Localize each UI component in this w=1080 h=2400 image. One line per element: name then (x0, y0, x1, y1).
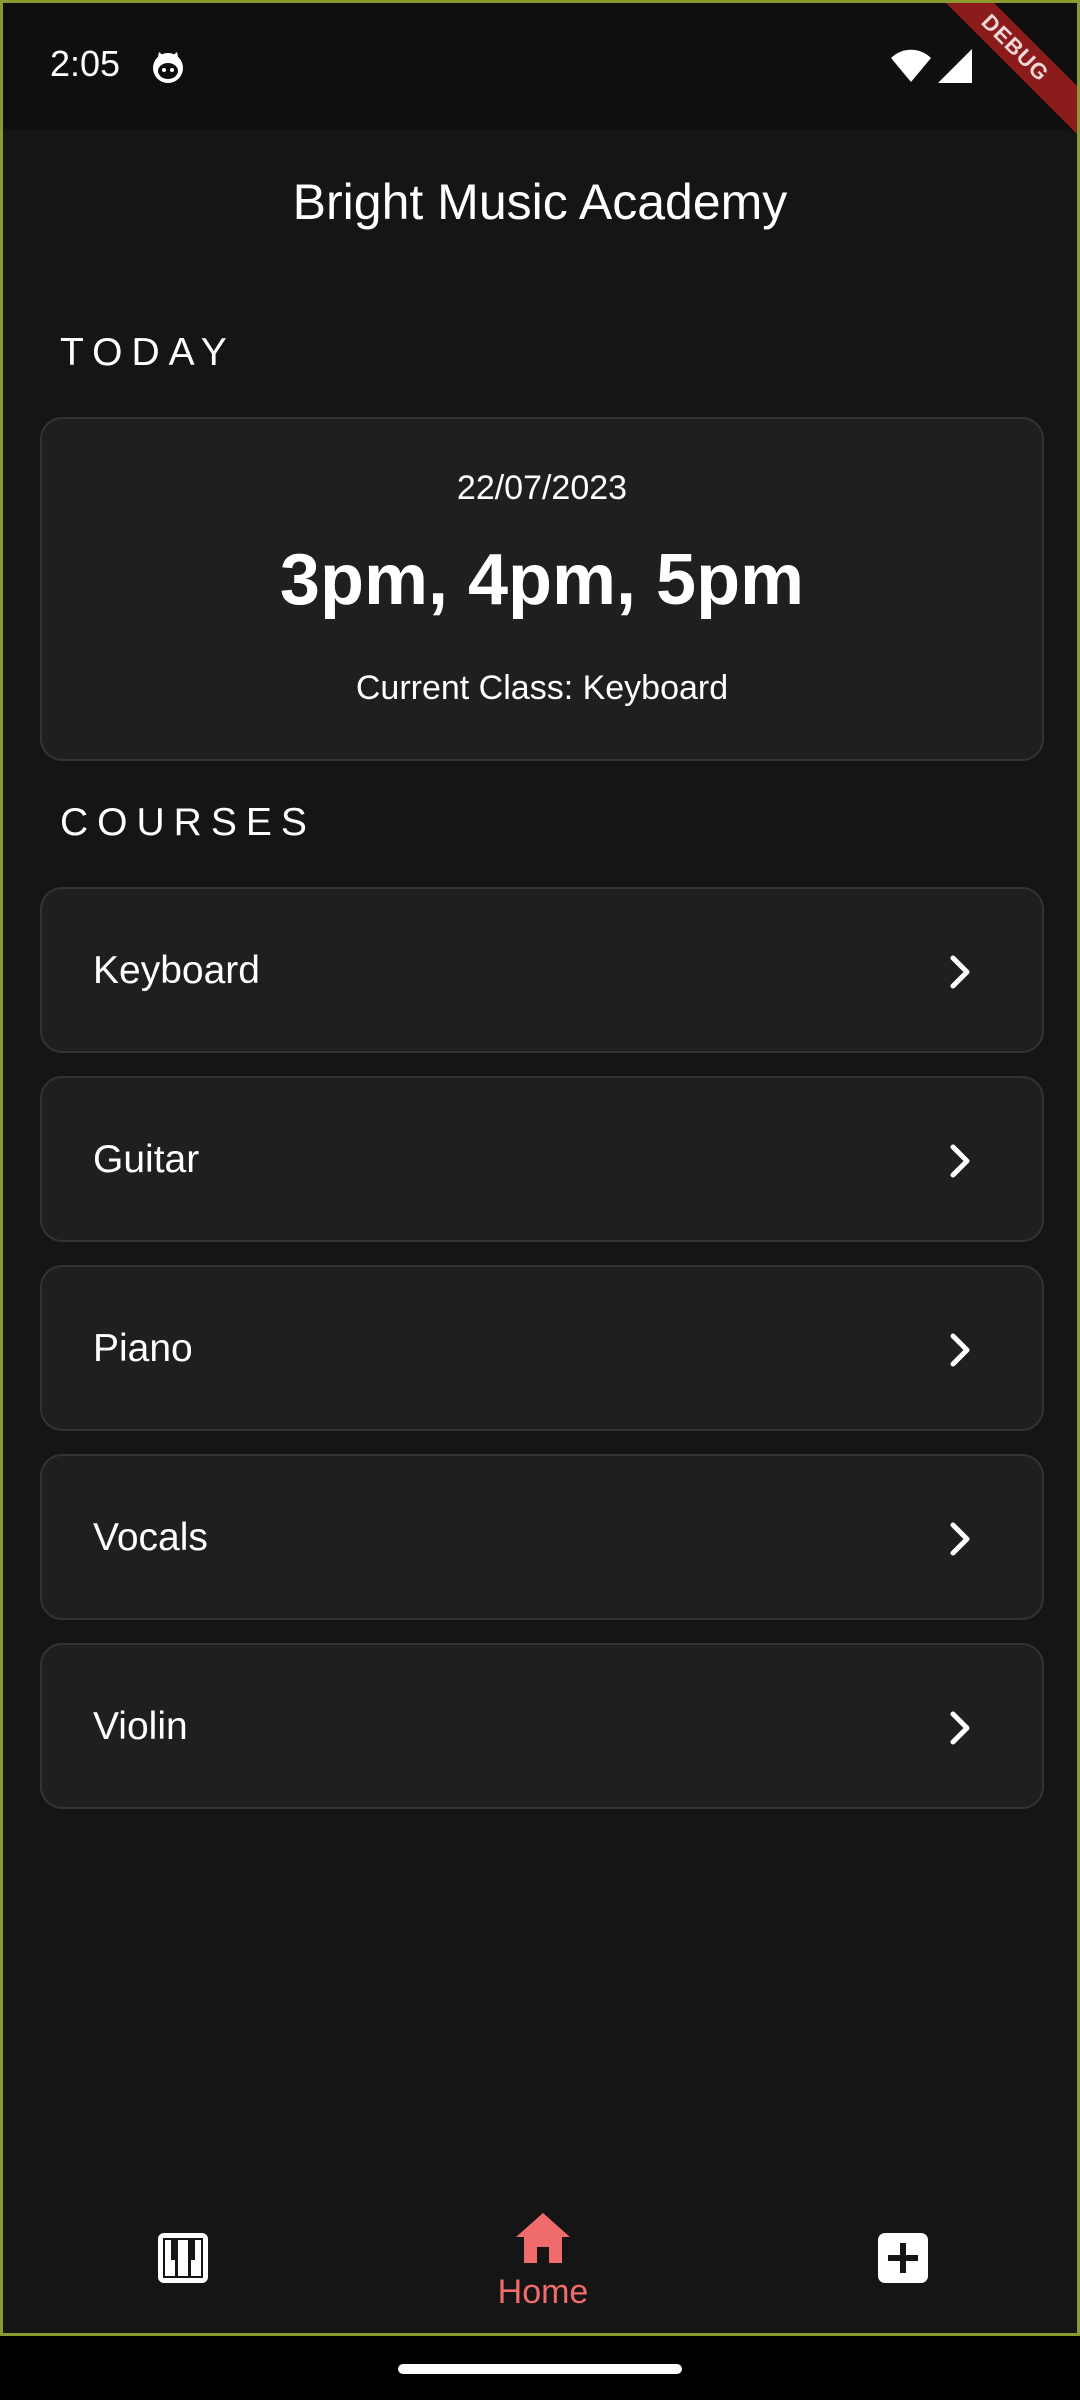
chevron-right-icon (950, 1144, 970, 1178)
nav-home-button[interactable]: Home (443, 2183, 643, 2333)
gesture-handle[interactable] (398, 2364, 682, 2374)
cat-notification-icon (153, 52, 183, 83)
nav-add-button[interactable] (803, 2183, 1003, 2333)
piano-icon (158, 2233, 208, 2283)
course-item-violin[interactable]: Violin (40, 1643, 1044, 1809)
course-item-piano[interactable]: Piano (40, 1265, 1044, 1431)
nav-home-label: Home (497, 2273, 589, 2311)
home-icon (516, 2213, 570, 2263)
chevron-right-icon (950, 955, 970, 989)
app-title: Bright Music Academy (292, 174, 788, 230)
add-box-icon (878, 2233, 928, 2283)
course-label: Keyboard (93, 949, 260, 992)
today-card: 22/07/2023 3pm, 4pm, 5pm Current Class: … (40, 417, 1044, 761)
course-label: Guitar (93, 1138, 200, 1181)
chevron-right-icon (950, 1333, 970, 1367)
today-date: 22/07/2023 (456, 469, 628, 507)
app-screen: 2:05 DEBUG Bright Music Academy TODAY 22… (0, 0, 1080, 2336)
course-item-keyboard[interactable]: Keyboard (40, 887, 1044, 1053)
course-label: Piano (93, 1327, 193, 1370)
status-time: 2:05 (50, 43, 121, 84)
status-bar: 2:05 DEBUG (3, 3, 1077, 138)
chevron-right-icon (950, 1711, 970, 1745)
course-item-vocals[interactable]: Vocals (40, 1454, 1044, 1620)
course-item-guitar[interactable]: Guitar (40, 1076, 1044, 1242)
courses-section-label: COURSES (60, 801, 316, 844)
current-class: Current Class: Keyboard (355, 669, 729, 707)
course-list: Keyboard Guitar Piano Vocals Violin (40, 887, 1044, 1832)
wifi-icon (891, 49, 931, 82)
today-section-label: TODAY (60, 331, 236, 374)
course-label: Violin (93, 1705, 188, 1748)
nav-courses-button[interactable] (83, 2183, 283, 2333)
course-label: Vocals (93, 1516, 208, 1559)
bottom-navigation: Home (3, 2183, 1077, 2333)
signal-icon (938, 49, 972, 83)
today-times: 3pm, 4pm, 5pm (279, 540, 805, 620)
chevron-right-icon (950, 1522, 970, 1556)
